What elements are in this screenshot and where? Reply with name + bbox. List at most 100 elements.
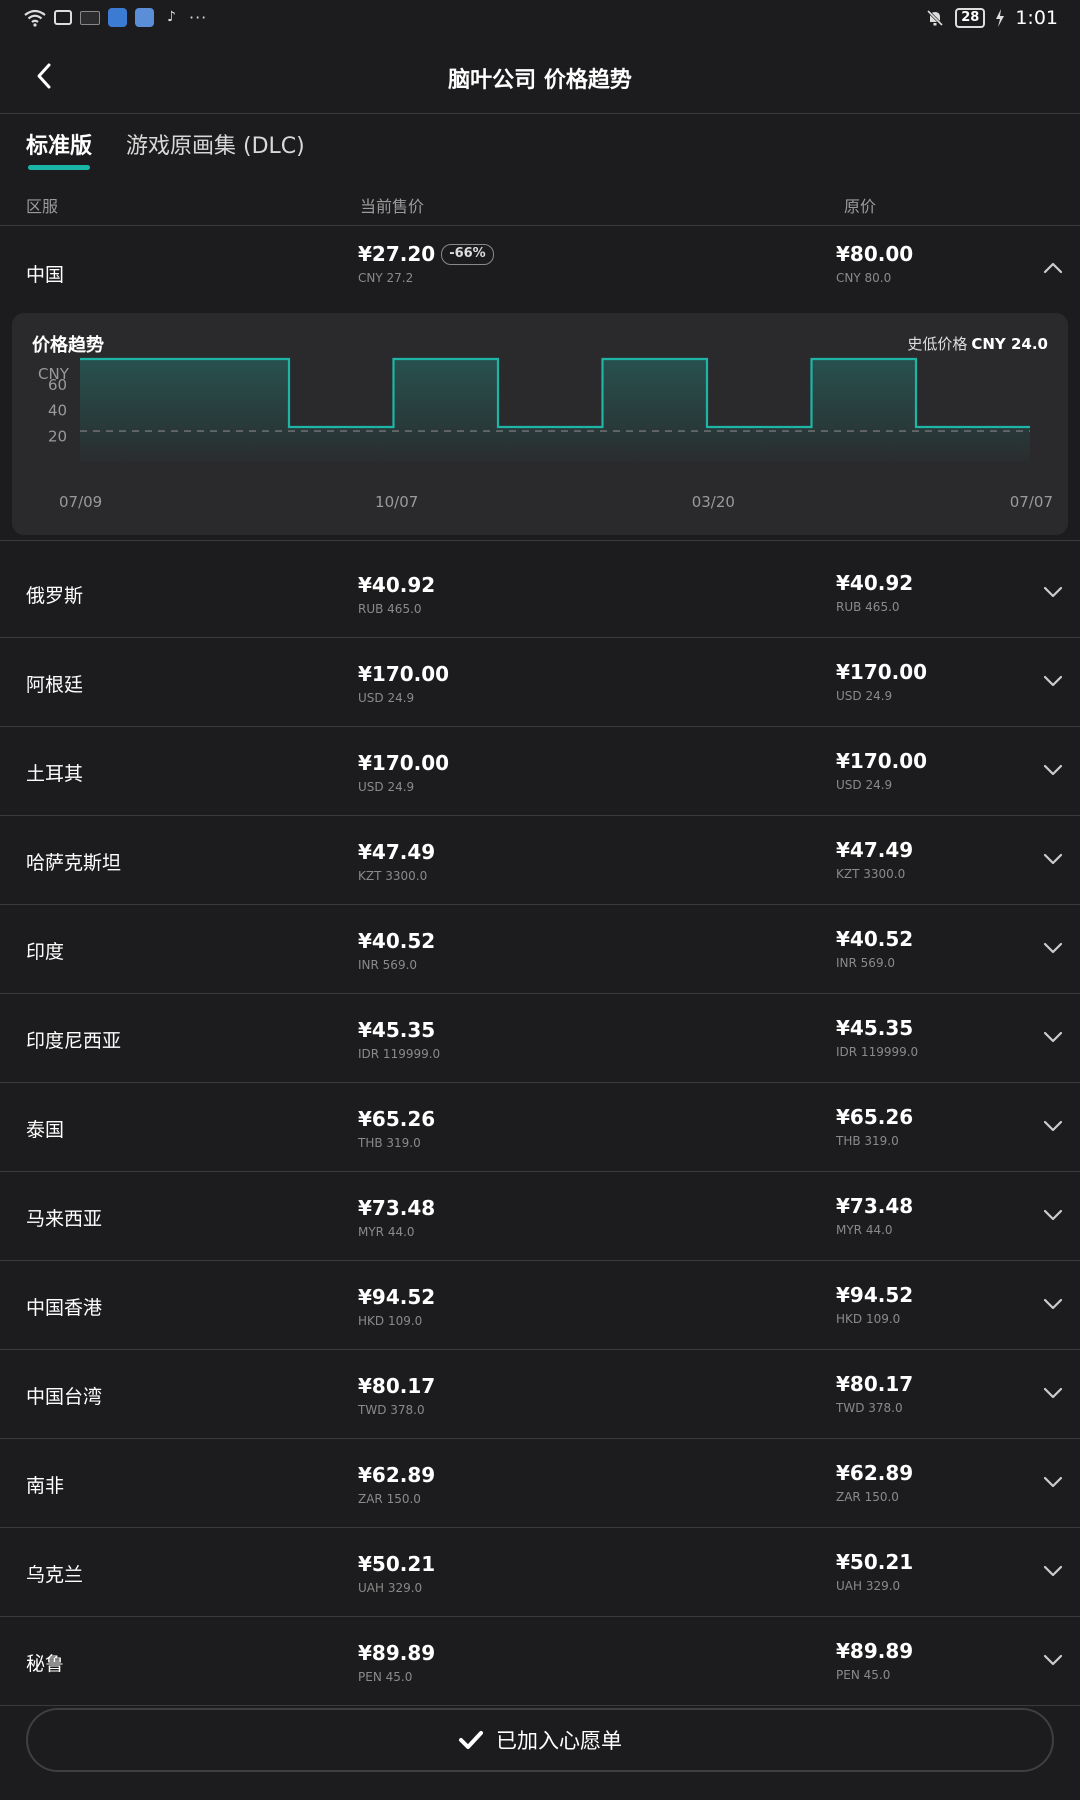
current-price-local: INR 569.0	[358, 958, 418, 972]
chevron-down-icon[interactable]	[1040, 846, 1066, 872]
region-name: 南非	[26, 1475, 65, 1497]
chevron-down-icon[interactable]	[1040, 668, 1066, 694]
original-price-cny: ¥80.00	[836, 242, 914, 266]
wishlist-button[interactable]: 已加入心愿单	[26, 1708, 1054, 1772]
browser-icon	[108, 8, 127, 27]
chevron-down-icon[interactable]	[1040, 757, 1066, 783]
current-price: ¥170.00 USD 24.9	[358, 662, 449, 705]
original-price: ¥40.92 RUB 465.0	[836, 571, 913, 614]
table-row[interactable]: 中国香港 ¥94.52 HKD 109.0 ¥94.52 HKD 109.0	[0, 1261, 1080, 1350]
price-trend-chart: CNY20406007/09 10/07 03/20 07/07	[38, 357, 1053, 511]
table-row[interactable]: 马来西亚 ¥73.48 MYR 44.0 ¥73.48 MYR 44.0	[0, 1172, 1080, 1261]
original-price-local: TWD 378.0	[836, 1401, 903, 1415]
table-row[interactable]: 泰国 ¥65.26 THB 319.0 ¥65.26 THB 319.0	[0, 1083, 1080, 1172]
battery-icon: 28	[955, 8, 986, 28]
current-price: ¥62.89 ZAR 150.0	[358, 1463, 435, 1506]
original-price: ¥170.00 USD 24.9	[836, 660, 927, 703]
chevron-down-icon[interactable]	[1040, 1024, 1066, 1050]
current-price-cny: ¥65.26	[358, 1107, 436, 1131]
current-price-local: MYR 44.0	[358, 1225, 415, 1239]
chevron-down-icon[interactable]	[1040, 1202, 1066, 1228]
y-tick-label: 40	[48, 402, 67, 420]
current-price-local: HKD 109.0	[358, 1314, 423, 1328]
original-price: ¥170.00 USD 24.9	[836, 749, 927, 792]
current-price-cny: ¥94.52	[358, 1285, 436, 1309]
original-price-cny: ¥170.00	[836, 660, 928, 684]
chevron-down-icon[interactable]	[1040, 1558, 1066, 1584]
original-price-cny: ¥40.92	[836, 571, 914, 595]
table-row[interactable]: 俄罗斯 ¥40.92 RUB 465.0 ¥40.92 RUB 465.0	[0, 549, 1080, 638]
original-price: ¥45.35 IDR 119999.0	[836, 1016, 918, 1059]
charging-icon	[996, 9, 1005, 27]
x-tick-label: 07/07	[1010, 493, 1053, 511]
original-price-cny: ¥45.35	[836, 1016, 914, 1040]
region-name: 哈萨克斯坦	[26, 852, 122, 874]
original-price-local: UAH 329.0	[836, 1579, 901, 1593]
table-row[interactable]: 中国台湾 ¥80.17 TWD 378.0 ¥80.17 TWD 378.0	[0, 1350, 1080, 1439]
current-price-cny: ¥89.89	[358, 1641, 436, 1665]
table-row[interactable]: 土耳其 ¥170.00 USD 24.9 ¥170.00 USD 24.9	[0, 727, 1080, 816]
original-price-local: PEN 45.0	[836, 1668, 891, 1682]
table-row[interactable]: 阿根廷 ¥170.00 USD 24.9 ¥170.00 USD 24.9	[0, 638, 1080, 727]
price-trend-panel: 价格趋势 史低价格 CNY 24.0 CNY 20 40 60 07/09 10/07 03/…	[12, 313, 1068, 535]
table-row[interactable]: 哈萨克斯坦 ¥47.49 KZT 3300.0 ¥47.49 KZT 3300.…	[0, 816, 1080, 905]
current-price: ¥94.52 HKD 109.0	[358, 1285, 435, 1328]
region-name: 秘鲁	[26, 1653, 65, 1675]
current-price-cny: ¥27.20	[358, 242, 436, 266]
table-row[interactable]: 印度尼西亚 ¥45.35 IDR 119999.0 ¥45.35 IDR 119…	[0, 994, 1080, 1083]
tab-standard[interactable]: 标准版	[26, 128, 92, 170]
current-price-local: ZAR 150.0	[358, 1492, 421, 1506]
chevron-down-icon[interactable]	[1040, 1469, 1066, 1495]
original-price: ¥80.00 CNY 80.0	[836, 242, 913, 285]
current-price: ¥73.48 MYR 44.0	[358, 1196, 435, 1239]
original-price: ¥47.49 KZT 3300.0	[836, 838, 913, 881]
discount-badge: -66%	[441, 243, 494, 265]
status-time: 1:01	[1015, 7, 1058, 29]
original-price-local: HKD 109.0	[836, 1312, 901, 1326]
original-price: ¥50.21 UAH 329.0	[836, 1550, 913, 1593]
check-icon	[459, 1731, 483, 1749]
current-price-local: RUB 465.0	[358, 602, 422, 616]
original-price-local: USD 24.9	[836, 778, 893, 792]
table-row[interactable]: 南非 ¥62.89 ZAR 150.0 ¥62.89 ZAR 150.0	[0, 1439, 1080, 1528]
original-price-cny: ¥89.89	[836, 1639, 914, 1663]
chevron-down-icon[interactable]	[1040, 1380, 1066, 1406]
table-row[interactable]: 乌克兰 ¥50.21 UAH 329.0 ¥50.21 UAH 329.0	[0, 1528, 1080, 1617]
original-price: ¥65.26 THB 319.0	[836, 1105, 913, 1148]
original-price-local: INR 569.0	[836, 956, 896, 970]
wifi-icon	[24, 9, 46, 27]
original-price-cny: ¥73.48	[836, 1194, 914, 1218]
original-price-local: CNY 80.0	[836, 271, 892, 285]
current-price-local: CNY 27.2	[358, 271, 414, 285]
chevron-down-icon[interactable]	[1040, 579, 1066, 605]
current-price-cny: ¥80.17	[358, 1374, 436, 1398]
current-price: ¥65.26 THB 319.0	[358, 1107, 435, 1150]
table-row[interactable]: 秘鲁 ¥89.89 PEN 45.0 ¥89.89 PEN 45.0	[0, 1617, 1080, 1706]
current-price-cny: ¥170.00	[358, 751, 450, 775]
region-name: 俄罗斯	[26, 585, 84, 607]
original-price: ¥62.89 ZAR 150.0	[836, 1461, 913, 1504]
y-tick-label: 20	[48, 427, 67, 445]
current-price: ¥40.52 INR 569.0	[358, 929, 435, 972]
mute-icon	[927, 9, 944, 27]
column-current-price: 当前售价	[360, 197, 425, 216]
current-price-local: TWD 378.0	[358, 1403, 425, 1417]
chevron-down-icon[interactable]	[1040, 935, 1066, 961]
current-price-cny: ¥40.92	[358, 573, 436, 597]
current-price-cny: ¥62.89	[358, 1463, 436, 1487]
chevron-up-icon[interactable]	[1040, 255, 1066, 281]
notification-icon	[80, 10, 100, 25]
x-tick-label: 07/09	[59, 493, 102, 511]
chevron-down-icon[interactable]	[1040, 1291, 1066, 1317]
current-price: ¥27.20 -66% CNY 27.2	[358, 242, 494, 285]
chevron-down-icon[interactable]	[1040, 1647, 1066, 1673]
table-row[interactable]: 印度 ¥40.52 INR 569.0 ¥40.52 INR 569.0	[0, 905, 1080, 994]
current-price-local: UAH 329.0	[358, 1581, 423, 1595]
chevron-down-icon[interactable]	[1040, 1113, 1066, 1139]
current-price-cny: ¥40.52	[358, 929, 436, 953]
region-name: 土耳其	[26, 763, 84, 785]
current-price-cny: ¥73.48	[358, 1196, 436, 1220]
original-price: ¥73.48 MYR 44.0	[836, 1194, 913, 1237]
nav-bar: 脑叶公司 价格趋势	[0, 40, 1080, 114]
tab-dlc[interactable]: 游戏原画集 (DLC)	[126, 128, 305, 166]
